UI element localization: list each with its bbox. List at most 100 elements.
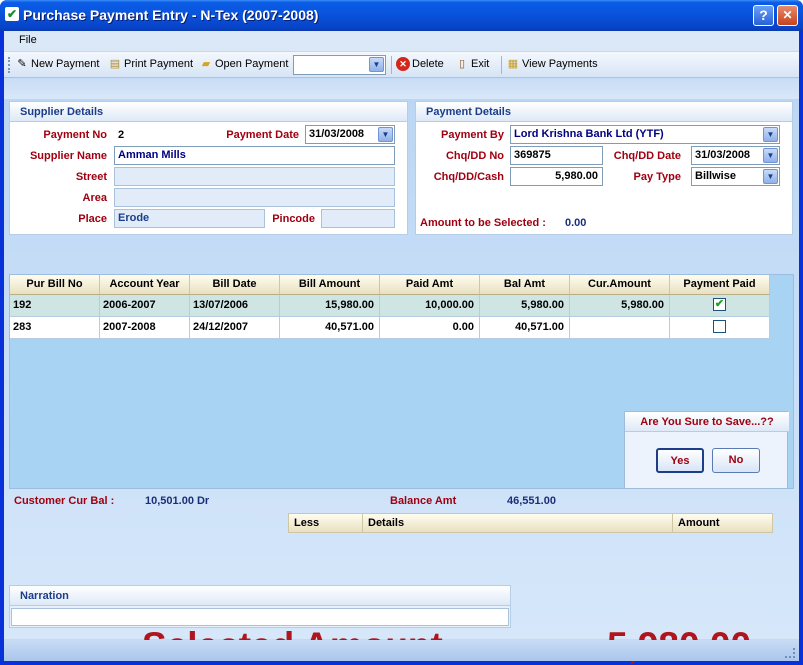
- payment-details-header: Payment Details: [416, 102, 792, 122]
- chq-date-value: 31/03/2008: [695, 149, 751, 161]
- view-payments-label: View Payments: [522, 58, 598, 70]
- open-payment-button[interactable]: ▰ Open Payment: [199, 57, 289, 71]
- magic-wand-icon: ✎: [17, 58, 27, 70]
- grid-cell: ✔: [670, 295, 770, 317]
- folder-open-icon: ▰: [201, 58, 211, 70]
- narration-field[interactable]: [11, 608, 509, 626]
- yes-button[interactable]: Yes: [656, 448, 704, 473]
- column-header[interactable]: Bill Amount: [280, 275, 380, 295]
- grid-cell[interactable]: 24/12/2007: [190, 317, 280, 339]
- table-row[interactable]: 283 2007-2008 24/12/2007 40,571.00 0.00 …: [10, 317, 770, 339]
- menu-file[interactable]: File: [19, 34, 37, 46]
- column-header[interactable]: Account Year: [100, 275, 190, 295]
- cash-field[interactable]: 5,980.00: [510, 167, 603, 186]
- toolbar: ✎ New Payment ▤ Print Payment ▰ Open Pay…: [4, 52, 799, 78]
- narration-panel: Narration: [9, 585, 511, 628]
- pay-type-select[interactable]: Billwise ▼: [691, 167, 780, 186]
- new-payment-label: New Payment: [31, 58, 100, 70]
- view-payments-button[interactable]: ▦ View Payments: [506, 57, 598, 71]
- grid-cell[interactable]: 40,571.00: [280, 317, 380, 339]
- column-header[interactable]: Cur.Amount: [570, 275, 670, 295]
- grid-cell: [670, 317, 770, 339]
- payment-by-select[interactable]: Lord Krishna Bank Ltd (YTF) ▼: [510, 125, 780, 144]
- grid-cell[interactable]: 0.00: [380, 317, 480, 339]
- chevron-down-icon[interactable]: ▼: [378, 127, 393, 142]
- toolbar-stripe: [4, 79, 799, 99]
- column-header[interactable]: Less: [294, 517, 319, 529]
- delete-button[interactable]: ✕ Delete: [396, 57, 444, 71]
- table-row[interactable]: 192 2006-2007 13/07/2006 15,980.00 10,00…: [10, 295, 770, 317]
- grid-cell[interactable]: 5,980.00: [480, 295, 570, 317]
- grid-cell[interactable]: 192: [10, 295, 100, 317]
- column-header[interactable]: Bill Date: [190, 275, 280, 295]
- balance-amt-value: 46,551.00: [507, 495, 556, 507]
- chevron-down-icon[interactable]: ▼: [763, 127, 778, 142]
- new-payment-button[interactable]: ✎ New Payment: [15, 57, 99, 71]
- column-header[interactable]: Pur Bill No: [10, 275, 100, 295]
- payment-date-picker[interactable]: 31/03/2008 ▼: [305, 125, 395, 144]
- amount-selected-label: Amount to be Selected :: [420, 217, 546, 229]
- grid-cell[interactable]: 2007-2008: [100, 317, 190, 339]
- toolbar-grip: [8, 57, 11, 73]
- grid-cell[interactable]: [570, 317, 670, 339]
- grid-cell[interactable]: 5,980.00: [570, 295, 670, 317]
- exit-button[interactable]: ▯ Exit: [455, 57, 489, 71]
- client-area: File ✎ New Payment ▤ Print Payment ▰ Ope…: [4, 31, 799, 665]
- chq-no-label: Chq/DD No: [445, 150, 504, 162]
- toolbar-separator: [391, 56, 392, 74]
- print-payment-label: Print Payment: [124, 58, 194, 70]
- payment-no-value: 2: [118, 129, 125, 141]
- print-payment-button[interactable]: ▤ Print Payment: [108, 57, 193, 71]
- chq-no-field[interactable]: 369875: [510, 146, 603, 165]
- payment-date-value: 31/03/2008: [309, 128, 365, 140]
- resize-grip-icon[interactable]: [785, 648, 795, 658]
- grid-cell[interactable]: 283: [10, 317, 100, 339]
- help-button[interactable]: ?: [753, 5, 774, 26]
- chevron-down-icon[interactable]: ▼: [763, 148, 778, 163]
- payment-paid-checkbox[interactable]: ✔: [713, 298, 726, 311]
- less-table-header: Less Details Amount: [288, 513, 773, 533]
- narration-header: Narration: [10, 586, 510, 606]
- divider: [672, 514, 673, 532]
- grid-cell[interactable]: 15,980.00: [280, 295, 380, 317]
- payment-paid-checkbox[interactable]: [713, 320, 726, 333]
- customer-bal-label: Customer Cur Bal :: [14, 495, 115, 507]
- delete-label: Delete: [412, 58, 444, 70]
- column-header[interactable]: Paid Amt: [380, 275, 480, 295]
- balance-amt-label: Balance Amt: [390, 495, 457, 507]
- supplier-details-panel: Supplier Details Payment No 2 Payment Da…: [9, 101, 408, 235]
- grid-cell[interactable]: 10,000.00: [380, 295, 480, 317]
- title-bar[interactable]: ✔ Purchase Payment Entry - N-Tex (2007-2…: [0, 0, 803, 31]
- menu-bar: File: [4, 31, 799, 51]
- column-header[interactable]: Amount: [678, 517, 720, 529]
- pincode-label: Pincode: [272, 213, 315, 225]
- supplier-name-label: Supplier Name: [29, 150, 107, 162]
- supplier-name-field[interactable]: Amman Mills: [114, 146, 395, 165]
- column-header[interactable]: Payment Paid: [670, 275, 770, 295]
- application-window: ✔ Purchase Payment Entry - N-Tex (2007-2…: [0, 0, 803, 665]
- column-header[interactable]: Bal Amt: [480, 275, 570, 295]
- area-label: Area: [82, 192, 107, 204]
- confirm-save-panel: Are You Sure to Save...?? Yes No: [624, 411, 789, 489]
- no-button[interactable]: No: [712, 448, 760, 473]
- close-button[interactable]: ✕: [777, 5, 798, 26]
- chevron-down-icon[interactable]: ▼: [763, 169, 778, 184]
- street-label: Street: [75, 171, 107, 183]
- chevron-down-icon[interactable]: ▼: [369, 57, 384, 72]
- payment-by-value: Lord Krishna Bank Ltd (YTF): [514, 128, 664, 140]
- street-field[interactable]: [114, 167, 395, 186]
- grid-cell[interactable]: 13/07/2006: [190, 295, 280, 317]
- open-payment-select[interactable]: ▼: [293, 55, 386, 75]
- area-field[interactable]: [114, 188, 395, 207]
- form-area: Supplier Details Payment No 2 Payment Da…: [4, 99, 799, 665]
- grid-cell[interactable]: 2006-2007: [100, 295, 190, 317]
- printer-icon: ▤: [109, 58, 121, 70]
- chq-date-picker[interactable]: 31/03/2008 ▼: [691, 146, 780, 165]
- column-header[interactable]: Details: [368, 517, 404, 529]
- door-exit-icon: ▯: [458, 58, 466, 70]
- place-field[interactable]: Erode: [114, 209, 265, 228]
- pincode-field[interactable]: [321, 209, 395, 228]
- open-payment-label: Open Payment: [215, 58, 289, 70]
- customer-bal-value: 10,501.00 Dr: [145, 495, 210, 507]
- grid-cell[interactable]: 40,571.00: [480, 317, 570, 339]
